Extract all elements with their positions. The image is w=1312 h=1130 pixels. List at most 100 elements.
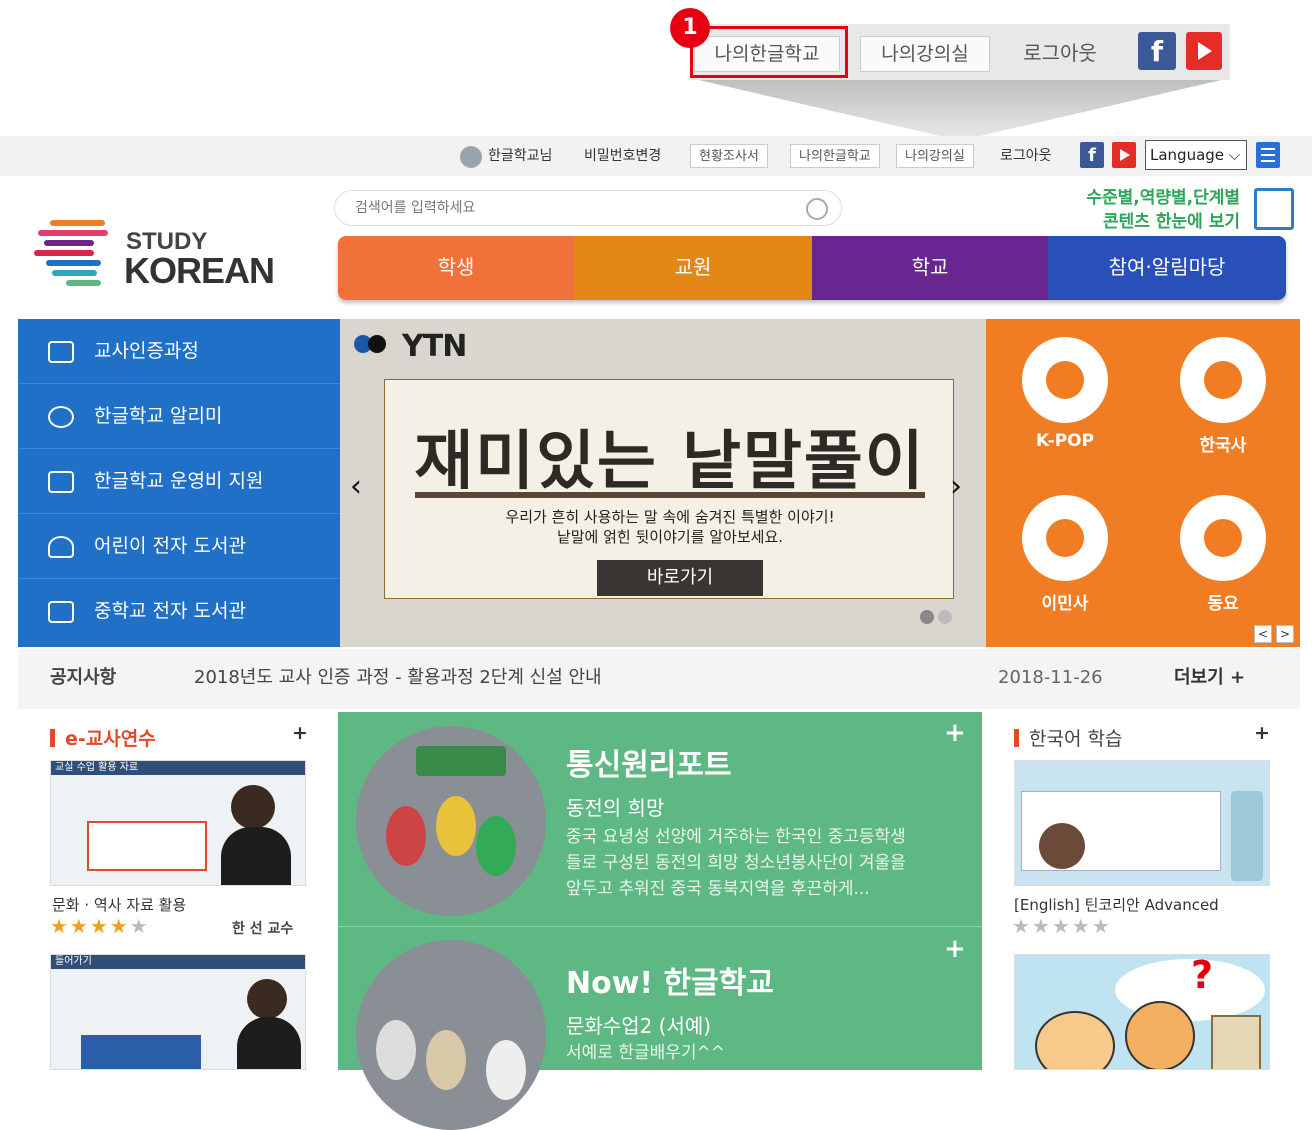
circle-icon <box>48 406 74 428</box>
my-classroom-button[interactable]: 나의강의실 <box>896 144 974 168</box>
nav-tab-students[interactable]: 학생 <box>338 236 574 300</box>
video-2-caption: 들어가기 <box>51 955 305 969</box>
shortcut-korean-history[interactable]: 한국사 <box>1168 337 1278 456</box>
korean-study-item-title[interactable]: [English] 틴코리안 Advanced <box>1014 894 1219 915</box>
quick-menu-school-notice[interactable]: 한글학교 알리미 <box>18 384 340 449</box>
korean-study-title[interactable]: 한국어 학습 <box>1014 724 1122 751</box>
language-select[interactable]: Language ⌵ <box>1145 140 1247 170</box>
e-training-video-1[interactable]: 교실 수업 활용 자료 <box>50 760 306 886</box>
study-korean-logo[interactable]: STUDY KOREAN <box>30 212 275 302</box>
utility-bar: 한글학교님 비밀번호변경 현황조사서 나의한글학교 나의강의실 로그아웃 f L… <box>0 136 1312 176</box>
nav-tab-community[interactable]: 참여·알림마당 <box>1048 236 1286 300</box>
step-badge: 1 <box>670 8 710 48</box>
story-1-more-button[interactable]: + <box>944 718 966 748</box>
callout-logout-link[interactable]: 로그아웃 <box>1010 36 1110 72</box>
quick-menu-label: 중학교 전자 도서관 <box>94 600 246 622</box>
promo-line-1: 수준별,역량별,단계별 <box>1086 188 1240 208</box>
shortcut-label: 한국사 <box>1199 436 1247 456</box>
korean-study-more-button[interactable]: + <box>1254 722 1270 744</box>
e-training-title-text: e-교사연수 <box>65 728 156 750</box>
callout-facebook-icon[interactable]: f <box>1138 32 1176 70</box>
shortcut-childrens-songs[interactable]: 동요 <box>1168 495 1278 614</box>
e-training-title[interactable]: e-교사연수 <box>50 724 156 751</box>
notice-headline-link[interactable]: 2018년도 교사 인증 과정 - 활용과정 2단계 신설 안내 <box>194 649 602 709</box>
story-1-excerpt: 중국 요녕성 선양에 거주하는 한국인 중고등학생 들로 구성된 동전의 희망 청… <box>566 827 906 899</box>
video-1-caption: 교실 수업 활용 자료 <box>51 761 305 775</box>
search-icon[interactable] <box>806 198 828 220</box>
e-training-item-title[interactable]: 문화 · 역사 자료 활용 <box>52 894 186 915</box>
banner-go-button[interactable]: 바로가기 <box>597 560 763 596</box>
korean-study-rating-stars: ★★★★★ <box>1012 914 1112 938</box>
banner-subtitle-2: 낱말에 얽힌 뒷이야기를 알아보세요. <box>556 528 784 546</box>
story-1-title[interactable]: 통신원리포트 <box>566 740 732 784</box>
nav-tab-school[interactable]: 학교 <box>812 236 1048 300</box>
quick-menu-middle-school-library[interactable]: 중학교 전자 도서관 <box>18 579 340 644</box>
shortcut-immigration-history[interactable]: 이민사 <box>1010 495 1120 614</box>
nav-tab-teachers[interactable]: 교원 <box>574 236 812 300</box>
user-icon <box>460 146 482 168</box>
story-1-photo[interactable] <box>356 726 546 916</box>
story-2-excerpt: 서예로 한글배우기^^ <box>566 1043 726 1063</box>
featured-stories: 통신원리포트 동전의 희망 중국 요녕성 선양에 거주하는 한국인 중고등학생 들… <box>338 712 982 1130</box>
story-2-title[interactable]: Now! 한글학교 <box>566 958 774 1002</box>
story-2-more-button[interactable]: + <box>944 934 966 964</box>
quick-menu-label: 교사인증과정 <box>94 340 199 362</box>
money-board-icon <box>48 471 74 493</box>
promo-line-2: 콘텐츠 한눈에 보기 <box>1103 212 1240 232</box>
korean-study-title-text: 한국어 학습 <box>1029 728 1123 750</box>
music-note-icon <box>1180 495 1266 581</box>
content-overview-promo[interactable]: 수준별,역량별,단계별 콘텐츠 한눈에 보기 <box>1020 186 1240 234</box>
banner-scroll: 재미있는 낱말풀이 우리가 흔히 사용하는 말 속에 숨겨진 특별한 이야기! … <box>384 379 954 599</box>
book-icon <box>1180 337 1266 423</box>
sitemap-menu-icon[interactable] <box>1256 142 1280 168</box>
story-1-subtitle: 동전의 희망 <box>566 796 665 820</box>
facebook-icon[interactable]: f <box>1080 142 1104 168</box>
ytn-logo-dots <box>354 335 386 357</box>
magnifier-document-icon[interactable] <box>1254 188 1294 230</box>
cartoon-house <box>1211 1015 1261 1069</box>
highlight-box <box>690 26 848 78</box>
logout-link[interactable]: 로그아웃 <box>1000 144 1052 168</box>
status-survey-button[interactable]: 현황조사서 <box>690 144 768 168</box>
banner-pager[interactable] <box>920 609 956 628</box>
notice-more-link[interactable]: 더보기 + <box>1174 649 1245 709</box>
korean-study-video-thumb[interactable] <box>1014 760 1270 886</box>
main-banner[interactable]: YTN 재미있는 낱말풀이 우리가 흔히 사용하는 말 속에 숨겨진 특별한 이… <box>340 319 986 647</box>
youtube-icon[interactable] <box>1112 142 1136 168</box>
shortcut-next-button[interactable]: > <box>1276 625 1294 643</box>
balloon-icon <box>48 536 74 558</box>
story-2-photo[interactable] <box>356 940 546 1130</box>
ytn-logo: YTN <box>402 329 467 364</box>
banner-title: 재미있는 낱말풀이 <box>414 424 926 499</box>
quick-menu-label: 어린이 전자 도서관 <box>94 535 246 557</box>
quick-menu: 교사인증과정 한글학교 알리미 한글학교 운영비 지원 어린이 전자 도서관 중… <box>18 319 340 647</box>
banner-next-arrow[interactable]: › <box>950 469 962 504</box>
banner-prev-arrow[interactable]: ‹ <box>350 469 362 504</box>
e-training-more-button[interactable]: + <box>292 722 308 744</box>
quick-menu-operating-funds[interactable]: 한글학교 운영비 지원 <box>18 449 340 514</box>
notice-date: 2018-11-26 <box>998 667 1103 688</box>
quick-menu-teacher-certification[interactable]: 교사인증과정 <box>18 319 340 384</box>
change-password-link[interactable]: 비밀번호변경 <box>584 144 661 168</box>
story-2-subtitle: 문화수업2 (서예) <box>566 1014 712 1038</box>
video-sidebar <box>1231 791 1263 881</box>
story-divider <box>338 926 982 927</box>
e-training-author: 한 선 교수 <box>232 921 294 937</box>
korean-study-cartoon-thumb[interactable]: ? <box>1014 954 1270 1070</box>
my-school-button[interactable]: 나의한글학교 <box>790 144 880 168</box>
callout-youtube-icon[interactable] <box>1186 32 1222 70</box>
video-1-slide-box <box>87 821 207 871</box>
quick-menu-kids-library[interactable]: 어린이 전자 도서관 <box>18 514 340 579</box>
logo-text-korean: KOREAN <box>124 250 275 291</box>
quick-menu-label: 한글학교 운영비 지원 <box>94 470 264 492</box>
quick-menu-label: 한글학교 알리미 <box>94 405 223 427</box>
search-input[interactable]: 검색어를 입력하세요 <box>334 190 842 226</box>
section-bar <box>1014 729 1019 747</box>
e-training-rating-stars: ★★★★★ <box>50 914 150 938</box>
shortcut-prev-button[interactable]: < <box>1254 625 1272 643</box>
banner-subtitle-1: 우리가 흔히 사용하는 말 속에 숨겨진 특별한 이야기! <box>505 508 835 526</box>
shortcut-kpop[interactable]: K-POP <box>1010 337 1120 451</box>
callout-my-classroom-button[interactable]: 나의강의실 <box>860 36 990 72</box>
question-mark: ? <box>1191 954 1214 997</box>
e-training-video-2[interactable]: 들어가기 <box>50 954 306 1070</box>
